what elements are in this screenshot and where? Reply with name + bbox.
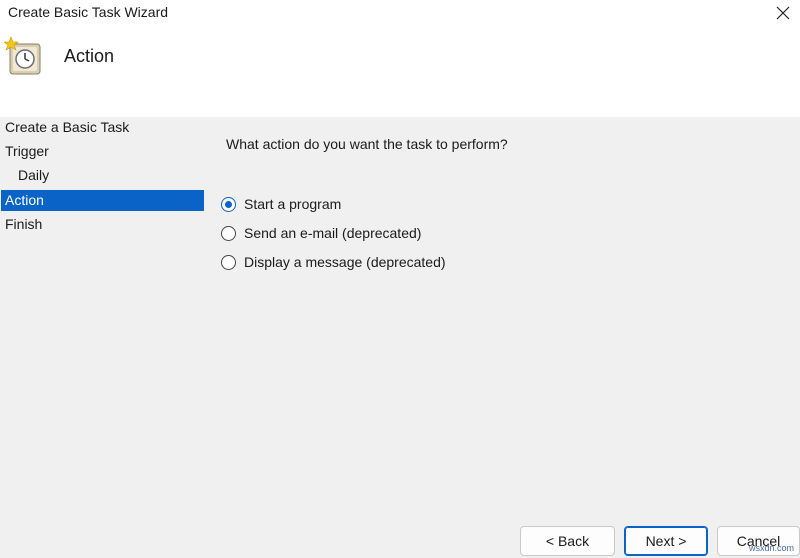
page-title: Action bbox=[64, 46, 115, 66]
nav-item-create-basic-task[interactable]: Create a Basic Task bbox=[1, 117, 204, 138]
nav-item-action[interactable]: Action bbox=[1, 190, 204, 211]
radio-checked-icon[interactable] bbox=[221, 196, 236, 212]
radio-unchecked-icon[interactable] bbox=[221, 225, 236, 241]
window-title: Create Basic Task Wizard bbox=[8, 4, 169, 20]
radio-display-message[interactable]: Display a message (deprecated) bbox=[221, 252, 446, 272]
wizard-header: Action bbox=[0, 27, 800, 117]
radio-label: Display a message (deprecated) bbox=[244, 254, 446, 270]
watermark: wsxdn.com bbox=[748, 543, 794, 553]
nav-item-daily[interactable]: Daily bbox=[1, 165, 204, 186]
task-scheduler-clock-icon bbox=[4, 36, 41, 75]
close-button[interactable] bbox=[766, 0, 800, 26]
close-icon bbox=[776, 6, 790, 20]
radio-label: Start a program bbox=[244, 196, 342, 212]
back-button[interactable]: < Back bbox=[520, 526, 615, 556]
action-question: What action do you want the task to perf… bbox=[226, 136, 508, 152]
next-button[interactable]: Next > bbox=[624, 526, 708, 556]
radio-start-program[interactable]: Start a program bbox=[221, 194, 341, 214]
radio-send-email[interactable]: Send an e-mail (deprecated) bbox=[221, 223, 421, 243]
radio-unchecked-icon[interactable] bbox=[221, 254, 236, 270]
radio-label: Send an e-mail (deprecated) bbox=[244, 225, 422, 241]
nav-item-trigger[interactable]: Trigger bbox=[1, 141, 204, 162]
nav-item-finish[interactable]: Finish bbox=[1, 214, 204, 235]
title-bar: Create Basic Task Wizard bbox=[0, 0, 800, 27]
